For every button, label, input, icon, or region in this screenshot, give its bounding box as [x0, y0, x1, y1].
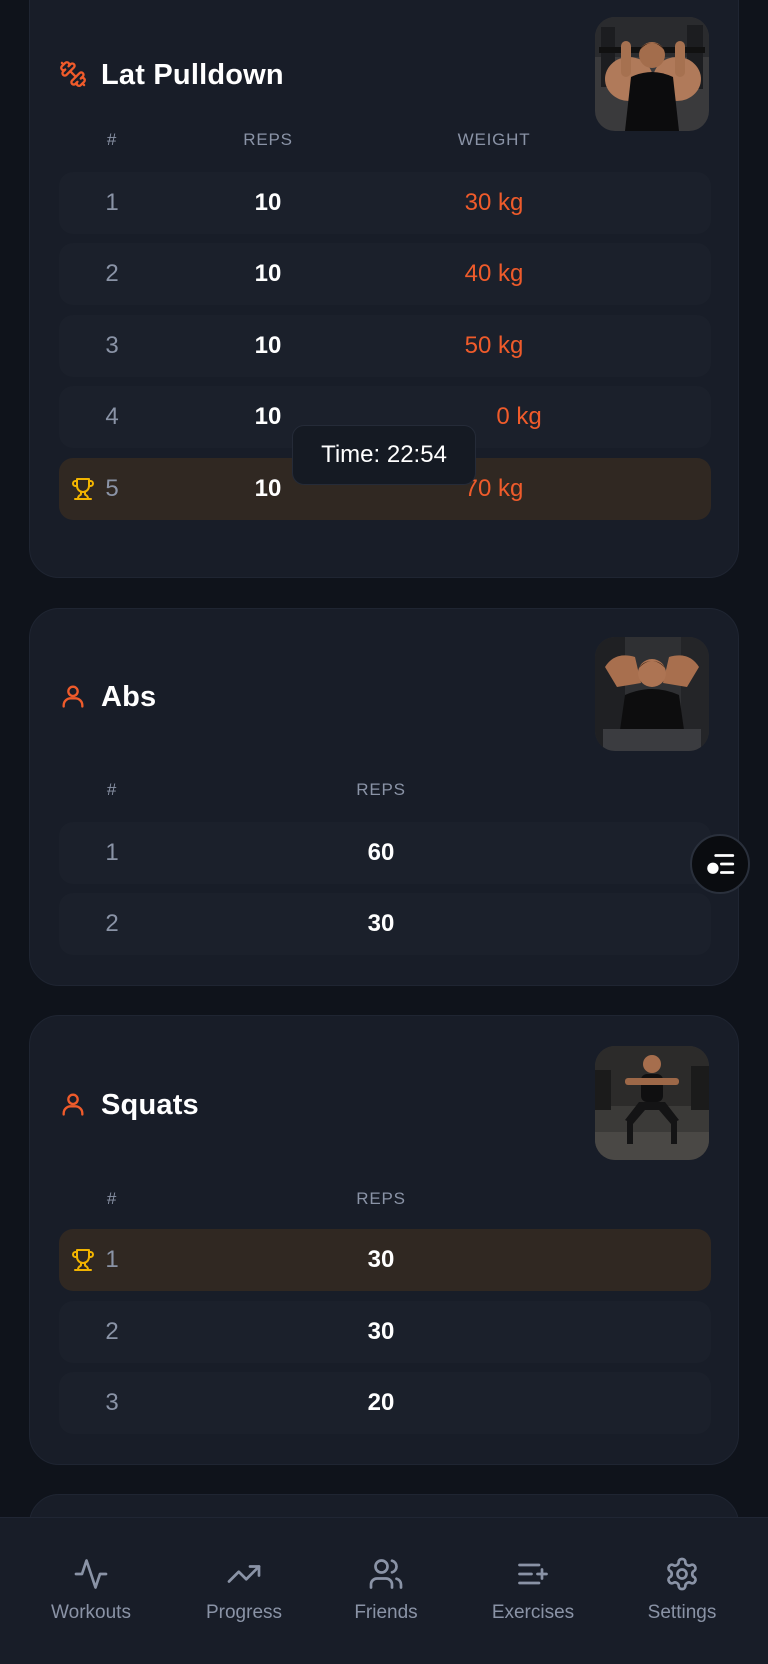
- exercise-title: Squats: [101, 1089, 199, 1121]
- nav-item-friends[interactable]: Friends: [311, 1556, 461, 1636]
- nav-item-exercises[interactable]: Exercises: [458, 1556, 608, 1636]
- exercise-header: Squats: [59, 1016, 709, 1160]
- column-header-weight: WEIGHT: [457, 130, 531, 149]
- person-icon: [59, 1090, 87, 1118]
- exercise-card-abs[interactable]: Abs # REPS 1 60 2 30: [29, 608, 739, 986]
- set-reps: 10: [254, 403, 282, 430]
- column-header-reps: REPS: [356, 780, 406, 799]
- nav-item-workouts[interactable]: Workouts: [16, 1556, 166, 1636]
- set-row[interactable]: 3 10 50 kg: [59, 315, 711, 377]
- set-number: 3: [105, 332, 119, 359]
- set-weight: 30 kg: [464, 189, 524, 216]
- set-row[interactable]: 1 60: [59, 822, 711, 884]
- dumbbell-icon: [59, 60, 87, 88]
- set-weight: 0 kg: [496, 403, 542, 430]
- column-header-reps: REPS: [356, 1189, 406, 1208]
- nav-label: Workouts: [51, 1602, 131, 1623]
- exercise-header: Abs: [59, 609, 709, 751]
- gear-icon: [664, 1556, 700, 1592]
- trophy-icon: [71, 1248, 95, 1272]
- exercise-card-lat-pulldown[interactable]: Lat Pulldown # REPS WEIGHT 1 10 30 kg 2 …: [29, 0, 739, 578]
- exercise-title: Abs: [101, 681, 157, 713]
- set-row[interactable]: 1 10 30 kg: [59, 172, 711, 234]
- workout-feed[interactable]: Lat Pulldown # REPS WEIGHT 1 10 30 kg 2 …: [0, 0, 768, 1664]
- set-reps: 10: [254, 189, 282, 216]
- set-row-best[interactable]: 1 30: [59, 1229, 711, 1291]
- column-header-number: #: [106, 130, 118, 149]
- time-tooltip: Time: 22:54: [292, 425, 476, 485]
- exercise-thumbnail[interactable]: [595, 17, 709, 131]
- users-icon: [368, 1556, 404, 1592]
- column-header-number: #: [106, 1189, 118, 1208]
- trophy-icon: [71, 477, 95, 501]
- set-row[interactable]: 2 10 40 kg: [59, 243, 711, 305]
- set-reps: 10: [254, 475, 282, 502]
- filter-list-icon: [707, 854, 735, 874]
- set-number: 1: [105, 1246, 119, 1273]
- set-reps: 10: [254, 260, 282, 287]
- list-plus-icon: [515, 1556, 551, 1592]
- set-weight: 40 kg: [464, 260, 524, 287]
- set-reps: 20: [367, 1389, 395, 1416]
- exercise-card-squats[interactable]: Squats # REPS 1 30 2 30 3 20: [29, 1015, 739, 1465]
- floating-filter-button[interactable]: [690, 834, 750, 894]
- exercise-thumbnail[interactable]: [595, 1046, 709, 1160]
- set-number: 1: [105, 839, 119, 866]
- set-weight: 50 kg: [464, 332, 524, 359]
- set-row[interactable]: 3 20: [59, 1372, 711, 1434]
- set-reps: 30: [367, 1246, 395, 1273]
- set-number: 2: [105, 1318, 119, 1345]
- person-icon: [59, 682, 87, 710]
- nav-item-settings[interactable]: Settings: [607, 1556, 757, 1636]
- set-number: 2: [105, 910, 119, 937]
- exercise-thumbnail[interactable]: [595, 637, 709, 751]
- exercise-title: Lat Pulldown: [101, 59, 284, 91]
- nav-label: Exercises: [491, 1602, 575, 1623]
- nav-label: Settings: [647, 1602, 717, 1623]
- set-reps: 30: [367, 1318, 395, 1345]
- set-number: 2: [105, 260, 119, 287]
- exercise-header: Lat Pulldown: [59, 0, 709, 131]
- trending-up-icon: [226, 1556, 262, 1592]
- set-reps: 60: [367, 839, 395, 866]
- set-row[interactable]: 2 30: [59, 1301, 711, 1363]
- nav-label: Progress: [205, 1602, 283, 1623]
- column-header-number: #: [106, 780, 118, 799]
- set-number: 3: [105, 1389, 119, 1416]
- set-reps: 30: [367, 910, 395, 937]
- activity-icon: [73, 1556, 109, 1592]
- set-number: 4: [105, 403, 119, 430]
- set-number: 5: [105, 475, 119, 502]
- bottom-nav: Workouts Progress Friends Exercises Sett…: [0, 1517, 768, 1664]
- nav-label: Friends: [354, 1602, 418, 1623]
- set-reps: 10: [254, 332, 282, 359]
- set-number: 1: [105, 189, 119, 216]
- set-row[interactable]: 2 30: [59, 893, 711, 955]
- nav-item-progress[interactable]: Progress: [169, 1556, 319, 1636]
- column-header-reps: REPS: [243, 130, 293, 149]
